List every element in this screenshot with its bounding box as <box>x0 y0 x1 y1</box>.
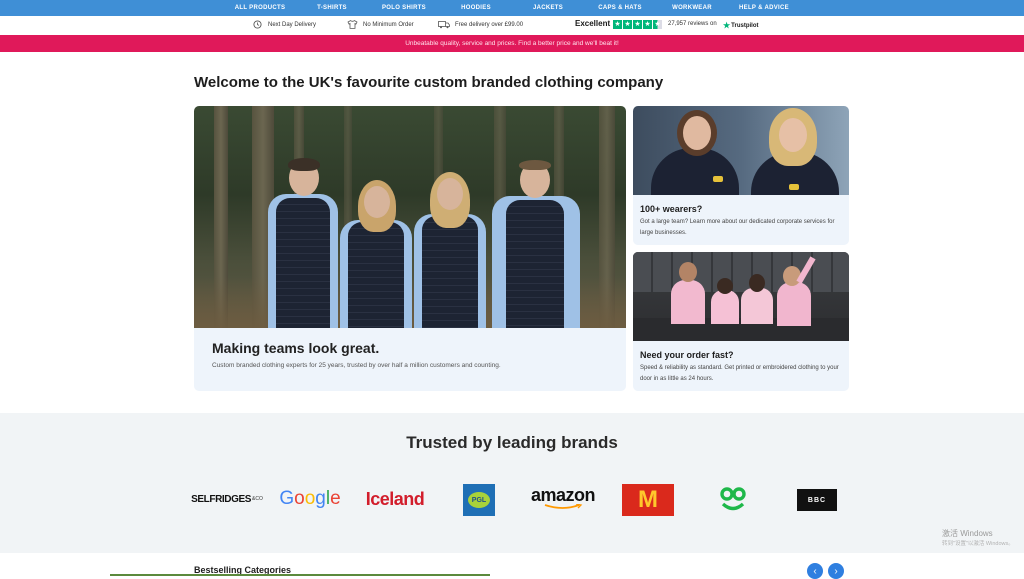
bbc-logo-text: BBC <box>807 496 827 504</box>
trustpilot-review-count[interactable]: 27,957 reviews on <box>668 21 717 27</box>
pgl-logo-text: PGL <box>471 496 487 504</box>
nav-workwear[interactable]: WORKWEAR <box>656 5 728 11</box>
nav-polo-shirts[interactable]: POLO SHIRTS <box>368 5 440 11</box>
trustpilot-brand: Trustpilot <box>731 22 759 29</box>
nav-help-advice[interactable]: HELP & ADVICE <box>728 5 800 11</box>
nav-jackets[interactable]: JACKETS <box>512 5 584 11</box>
nav-all-products[interactable]: ALL PRODUCTS <box>224 5 296 11</box>
fast-order-card-title: Need your order fast? <box>640 350 734 360</box>
trustpilot-star-icon: ★ <box>723 21 731 30</box>
hero-title: Making teams look great. <box>212 340 380 356</box>
nav-hoodies[interactable]: HOODIES <box>440 5 512 11</box>
bestselling-section: Bestselling Categories ‹ › <box>0 553 1024 579</box>
clock-truck-icon <box>253 20 262 29</box>
usp-next-day: Next Day Delivery <box>253 20 316 29</box>
usp-label: No Minimum Order <box>363 21 414 28</box>
star-icon: ★ <box>633 20 642 29</box>
watermark-line2: 转到"设置"以激活 Windows。 <box>942 541 1014 547</box>
fast-order-photo <box>633 252 849 341</box>
chevron-right-icon: › <box>834 565 838 577</box>
corporate-card-title: 100+ wearers? <box>640 204 703 214</box>
hero-card[interactable]: Making teams look great. Custom branded … <box>194 106 626 391</box>
corporate-photo <box>633 106 849 195</box>
star-icon: ★ <box>613 20 622 29</box>
bbc-logo: BBC <box>797 489 837 511</box>
promo-banner[interactable]: Unbeatable quality, service and prices. … <box>0 35 1024 52</box>
hero-subtitle: Custom branded clothing experts for 25 y… <box>212 362 501 369</box>
mcdonalds-logo: M <box>622 484 674 516</box>
selfridges-logo-text: SELFRIDGES <box>191 493 252 505</box>
watermark-line1: 激活 Windows <box>942 529 993 538</box>
half-star-icon: ★ <box>653 20 662 29</box>
brands-title: Trusted by leading brands <box>406 433 618 452</box>
trustpilot-rating-word: Excellent <box>575 19 611 28</box>
corporate-card-desc: Got a large team? Learn more about our d… <box>640 219 835 236</box>
usp-bar: Next Day Delivery No Minimum Order Free … <box>0 16 1024 35</box>
usp-no-minimum: No Minimum Order <box>347 20 414 29</box>
selfridges-logo-extra: &CO <box>252 496 263 502</box>
google-logo: Google <box>279 488 341 509</box>
trustpilot-logo[interactable]: ★ Trustpilot <box>723 21 759 30</box>
amazon-logo: amazon <box>530 483 596 513</box>
ao-logo: ao <box>716 483 750 515</box>
nav-caps-hats[interactable]: CAPS & HATS <box>584 5 656 11</box>
usp-label: Free delivery over £99.00 <box>455 21 524 28</box>
corporate-card[interactable]: 100+ wearers? Got a large team? Learn mo… <box>633 106 849 245</box>
carousel-next-button[interactable]: › <box>828 563 844 579</box>
usp-label: Next Day Delivery <box>268 21 317 28</box>
mcdonalds-logo-text: M <box>638 486 658 513</box>
star-icon: ★ <box>643 20 652 29</box>
truck-icon <box>438 21 450 29</box>
carousel-prev-button[interactable]: ‹ <box>807 563 823 579</box>
nav-t-shirts[interactable]: T-SHIRTS <box>296 5 368 11</box>
main-nav: ALL PRODUCTS T-SHIRTS POLO SHIRTS HOODIE… <box>0 0 1024 16</box>
usp-free-delivery: Free delivery over £99.00 <box>438 20 523 29</box>
fast-order-card-desc: Speed & reliability as standard. Get pri… <box>640 365 839 382</box>
promo-text: Unbeatable quality, service and prices. … <box>405 40 619 47</box>
page-title: Welcome to the UK's favourite custom bra… <box>194 74 664 91</box>
brands-section: Trusted by leading brands SELFRIDGES &CO… <box>0 413 1024 553</box>
fast-order-card[interactable]: Need your order fast? Speed & reliabilit… <box>633 252 849 391</box>
trustpilot-stars[interactable]: ★ ★ ★ ★ ★ <box>613 20 663 29</box>
pgl-logo: PGL <box>463 484 495 516</box>
tshirt-icon <box>347 20 358 29</box>
amazon-logo-text: amazon <box>530 485 596 505</box>
star-icon: ★ <box>623 20 632 29</box>
windows-activation-watermark: 激活 Windows 转到"设置"以激活 Windows。 <box>942 528 1014 550</box>
chevron-left-icon: ‹ <box>813 565 817 577</box>
iceland-logo: Iceland <box>365 488 425 509</box>
hero-team-photo <box>194 106 626 328</box>
selfridges-logo: SELFRIDGES &CO <box>191 487 263 511</box>
